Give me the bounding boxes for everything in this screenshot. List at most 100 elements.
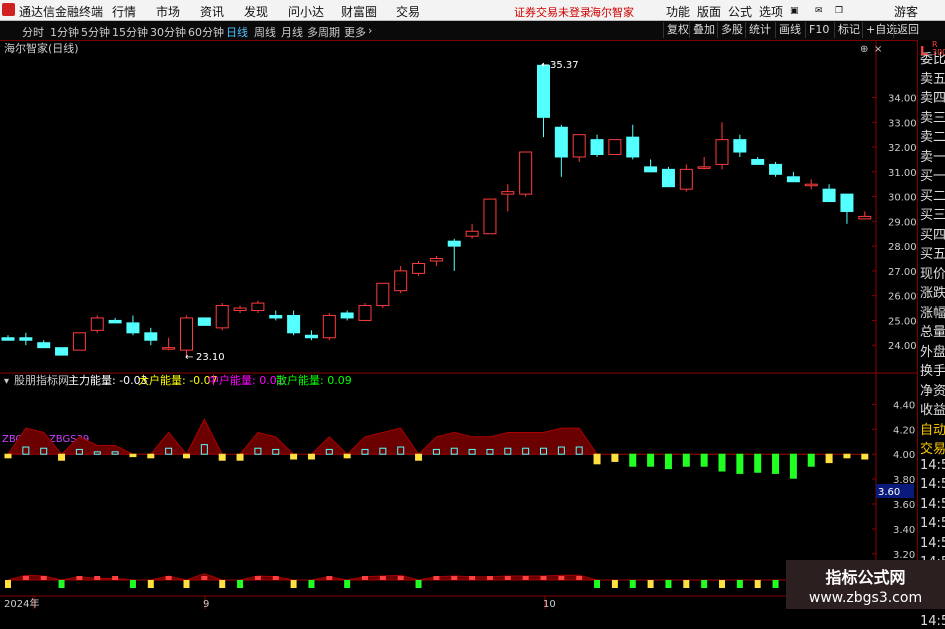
btn-f10[interactable]: F10 <box>805 22 832 38</box>
btn-huaxian[interactable]: 画线 <box>775 22 804 38</box>
candle-body <box>661 168 675 188</box>
indicator-lower-bar <box>344 580 351 588</box>
candle-body <box>215 305 229 329</box>
menu-banmian[interactable]: 版面 <box>697 3 721 20</box>
period-daily[interactable]: 日线 <box>226 24 248 40</box>
indicator-bar <box>736 453 744 474</box>
period-weekly[interactable]: 周线 <box>254 24 276 40</box>
price-tick-label: 28.00 <box>888 242 917 253</box>
indicator-lower-bar <box>254 576 261 580</box>
candle-body <box>786 176 800 183</box>
indicator-bar <box>843 453 851 459</box>
period-1min[interactable]: 1分钟 <box>50 24 79 40</box>
btn-duogu[interactable]: 多股 <box>717 22 746 38</box>
side-item: 现价 <box>920 266 945 282</box>
menu-bar: 通达信金融终端 行情 市场 资讯 发现 问小达 财富圈 交易 证券交易未登录 海… <box>0 0 945 21</box>
indicator-lower-bar <box>772 580 779 588</box>
menu-xuanxiang[interactable]: 选项 <box>759 3 783 20</box>
menu-gongshi[interactable]: 公式 <box>728 3 752 20</box>
candle-body <box>304 334 318 339</box>
indicator-value-retail: 散户能量: 0.09 <box>276 373 352 387</box>
pin-icon[interactable]: ⊕ <box>860 44 868 55</box>
restore-icon[interactable]: ❐ <box>835 6 843 16</box>
indicator-bar <box>718 453 726 472</box>
candle-body <box>358 305 372 321</box>
candle-body <box>769 163 783 175</box>
close-chart-icon[interactable]: × <box>874 44 882 55</box>
period-fenshi[interactable]: 分时 <box>22 24 44 40</box>
indicator-lower-bar <box>94 576 101 580</box>
candle-body <box>1 337 15 341</box>
candle-body <box>644 166 658 173</box>
candle-body <box>501 191 515 195</box>
quote-side-panel: 委比 卖五 卖四 卖三 卖二 卖一 买一 买二 买三 买四 买五 现价 涨跌 涨幅 总量 外盘 换手 净资 收益 自动… <box>917 40 945 629</box>
chevron-right-icon[interactable]: › <box>368 24 372 37</box>
indicator-lower-bar <box>22 576 29 580</box>
indicator-lower-bar <box>183 580 190 588</box>
indicator-lower-bar <box>237 580 244 588</box>
period-multi[interactable]: 多周期 <box>307 24 340 40</box>
side-item: 买三 <box>920 208 945 223</box>
kline-chart[interactable]: 海尔智家(日线) ⊕ × 34.00 33.00 32.00 31.00 30.00 29… <box>0 40 917 609</box>
side-item: 换手 <box>920 364 945 379</box>
user-icon[interactable]: ▣ <box>790 6 799 16</box>
period-more[interactable]: 更多 <box>344 24 366 40</box>
side-item: 外盘 <box>920 344 945 360</box>
side-item[interactable]: 14:56 <box>920 536 945 551</box>
period-5min[interactable]: 5分钟 <box>81 24 110 40</box>
price-tick-label: 30.00 <box>888 193 917 204</box>
btn-fuquan[interactable]: 复权 <box>663 22 692 38</box>
period-30min[interactable]: 30分钟 <box>150 24 186 40</box>
menu-shichang[interactable]: 市场 <box>156 3 180 20</box>
period-monthly[interactable]: 月线 <box>281 24 303 40</box>
menu-zixun[interactable]: 资讯 <box>200 3 224 20</box>
side-item[interactable]: 14:56 <box>920 477 945 492</box>
indicator-axis: 4.404.204.003.803.603.403.20 <box>872 400 915 561</box>
indicator-bar <box>807 453 815 467</box>
indicator-bar <box>789 453 797 479</box>
menu-faxian[interactable]: 发现 <box>244 3 268 20</box>
current-value-label: 3.60 <box>878 487 900 498</box>
side-item[interactable]: 14:56 <box>920 458 945 473</box>
btn-diejia[interactable]: 叠加 <box>689 22 718 38</box>
btn-fanhui[interactable]: 返回 <box>893 22 922 38</box>
main-title-group: 海尔智家(日线) ⊕ × <box>4 41 882 55</box>
stock-name-header: 海尔智家 <box>590 6 634 19</box>
period-60min[interactable]: 60分钟 <box>188 24 224 40</box>
side-item[interactable]: 自动 <box>920 419 945 438</box>
price-tick-label: 27.00 <box>888 267 917 278</box>
indicator-lower-bar <box>147 580 154 588</box>
menu-youke[interactable]: 游客 <box>894 3 918 20</box>
indicator-value-medium: 中户能量: 0.01 <box>208 373 284 387</box>
candle-body <box>519 151 533 195</box>
side-item[interactable]: 14:56 <box>920 516 945 531</box>
indicator-bars <box>4 444 869 588</box>
indicator-bar <box>861 453 869 460</box>
indicator-lower-bar <box>112 576 119 580</box>
menu-jiaoyi[interactable]: 交易 <box>396 3 420 20</box>
candle-body <box>394 270 408 292</box>
indicator-tick-label: 4.40 <box>893 400 915 411</box>
indicator-toggle-icon[interactable]: ▾ <box>4 376 9 387</box>
candle-body <box>55 347 69 356</box>
price-tick-label: 24.00 <box>888 341 917 352</box>
menu-caifuquan[interactable]: 财富圈 <box>341 3 377 20</box>
side-item[interactable]: 14:56 <box>920 614 945 629</box>
indicator-lower-bar <box>201 576 208 580</box>
menu-hangqing[interactable]: 行情 <box>112 3 136 20</box>
indicator-bar <box>611 453 619 462</box>
btn-biaoji-placeholder[interactable]: 标记 <box>834 22 863 38</box>
btn-tongji[interactable]: 统计 <box>745 22 774 38</box>
menu-wenxiaoda[interactable]: 问小达 <box>288 3 324 20</box>
side-item[interactable]: 14:56 <box>920 497 945 512</box>
period-15min[interactable]: 15分钟 <box>112 24 148 40</box>
login-status[interactable]: 证券交易未登录 <box>514 4 591 20</box>
candle-body <box>483 198 497 235</box>
indicator-lower-bar <box>522 576 529 580</box>
indicator-lower-bar <box>611 580 618 588</box>
indicator-lower-bar <box>433 576 440 580</box>
menu-gongneng[interactable]: 功能 <box>666 3 690 20</box>
side-item[interactable]: 交易 <box>920 438 945 457</box>
message-icon[interactable]: ✉ <box>815 6 823 16</box>
price-tick-label: 34.00 <box>888 94 917 105</box>
